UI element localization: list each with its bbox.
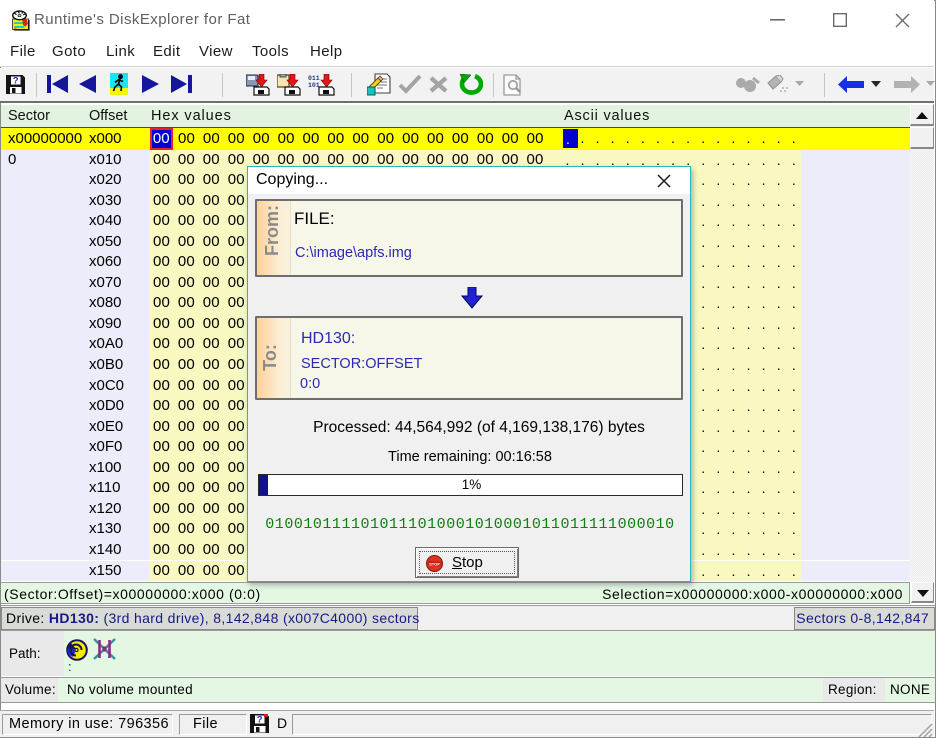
- svg-text:101: 101: [308, 82, 320, 89]
- svg-text:?: ?: [13, 76, 19, 87]
- svg-text:011: 011: [308, 75, 320, 82]
- svg-text:STOP: STOP: [429, 561, 440, 566]
- svg-text:?: ?: [257, 715, 263, 726]
